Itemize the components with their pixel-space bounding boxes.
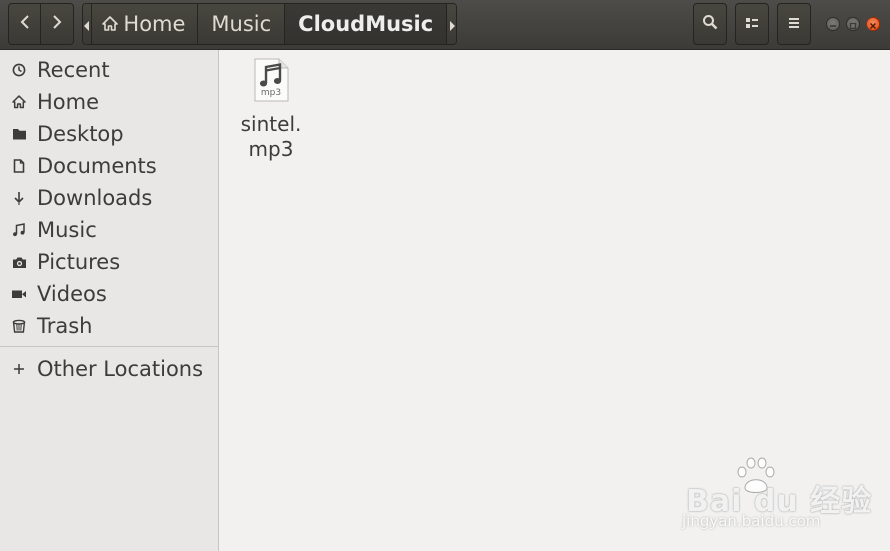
- maximize-icon: [849, 15, 857, 34]
- sidebar-item-label: Pictures: [37, 250, 121, 274]
- trash-icon: [11, 318, 27, 334]
- navigation-buttons: [8, 3, 75, 45]
- camera-icon: [11, 254, 27, 270]
- sidebar-divider: [0, 346, 218, 347]
- sidebar-item-label: Home: [37, 90, 100, 114]
- sidebar-item-music[interactable]: Music: [0, 214, 218, 246]
- triangle-left-icon: [84, 12, 90, 36]
- search-icon: [702, 14, 718, 34]
- sidebar-item-downloads[interactable]: Downloads: [0, 182, 218, 214]
- breadcrumb-home[interactable]: Home: [92, 4, 199, 44]
- watermark-url: jingyan.baidu.com: [682, 512, 821, 530]
- sidebar-item-label: Recent: [37, 58, 110, 82]
- minimize-icon: [829, 15, 837, 34]
- file-name: sintel. mp3: [240, 112, 302, 161]
- plus-icon: [11, 361, 27, 377]
- close-icon: [869, 15, 877, 34]
- sidebar-item-videos[interactable]: Videos: [0, 278, 218, 310]
- chevron-left-icon: [20, 14, 30, 34]
- sidebar-item-documents[interactable]: Documents: [0, 150, 218, 182]
- view-toggle-button[interactable]: [735, 3, 769, 45]
- search-button[interactable]: [693, 3, 727, 45]
- sidebar-item-desktop[interactable]: Desktop: [0, 118, 218, 150]
- file-type-label: mp3: [260, 88, 282, 98]
- sidebar-item-trash[interactable]: Trash: [0, 310, 218, 342]
- forward-button[interactable]: [41, 3, 74, 45]
- sidebar-item-label: Music: [37, 218, 97, 242]
- chevron-right-icon: [52, 14, 62, 34]
- file-item[interactable]: mp3 sintel. mp3: [231, 58, 311, 162]
- sidebar-item-label: Videos: [37, 282, 107, 306]
- sidebar-item-pictures[interactable]: Pictures: [0, 246, 218, 278]
- path-scroll-left-button[interactable]: [83, 4, 93, 44]
- minimize-button[interactable]: [826, 17, 840, 31]
- triangle-right-icon: [449, 12, 455, 36]
- close-button[interactable]: [866, 17, 880, 31]
- clock-icon: [11, 62, 27, 78]
- sidebar-item-label: Documents: [37, 154, 157, 178]
- menu-button[interactable]: [777, 3, 811, 45]
- breadcrumb-music[interactable]: Music: [198, 4, 286, 44]
- folder-icon: [11, 126, 27, 142]
- breadcrumb-label: Home: [123, 12, 186, 36]
- sidebar-item-label: Other Locations: [37, 357, 204, 381]
- back-button[interactable]: [8, 3, 41, 45]
- path-scroll-right-button[interactable]: [447, 4, 456, 44]
- audio-file-icon: [252, 58, 290, 106]
- breadcrumb-label: Music: [211, 12, 272, 36]
- paw-icon: [733, 455, 779, 499]
- video-camera-icon: [11, 286, 27, 302]
- sidebar-item-label: Downloads: [37, 186, 153, 210]
- sidebar: Recent Home Desktop Documents Downloads …: [0, 50, 219, 551]
- sidebar-item-home[interactable]: Home: [0, 86, 218, 118]
- breadcrumb-cloudmusic[interactable]: CloudMusic: [285, 4, 448, 44]
- home-icon: [11, 94, 27, 110]
- sidebar-item-other-locations[interactable]: Other Locations: [0, 353, 218, 385]
- header-bar: Home Music CloudMusic: [0, 0, 890, 50]
- breadcrumb-label: CloudMusic: [298, 12, 434, 36]
- music-note-icon: [11, 222, 27, 238]
- sidebar-item-recent[interactable]: Recent: [0, 54, 218, 86]
- download-icon: [11, 190, 27, 206]
- maximize-button[interactable]: [846, 17, 860, 31]
- document-icon: [11, 158, 27, 174]
- sidebar-item-label: Trash: [37, 314, 93, 338]
- sidebar-item-label: Desktop: [37, 122, 124, 146]
- home-icon: [102, 16, 119, 32]
- menu-icon: [787, 15, 801, 34]
- view-toggle-icon: [745, 15, 759, 34]
- path-bar: Home Music CloudMusic: [82, 3, 457, 45]
